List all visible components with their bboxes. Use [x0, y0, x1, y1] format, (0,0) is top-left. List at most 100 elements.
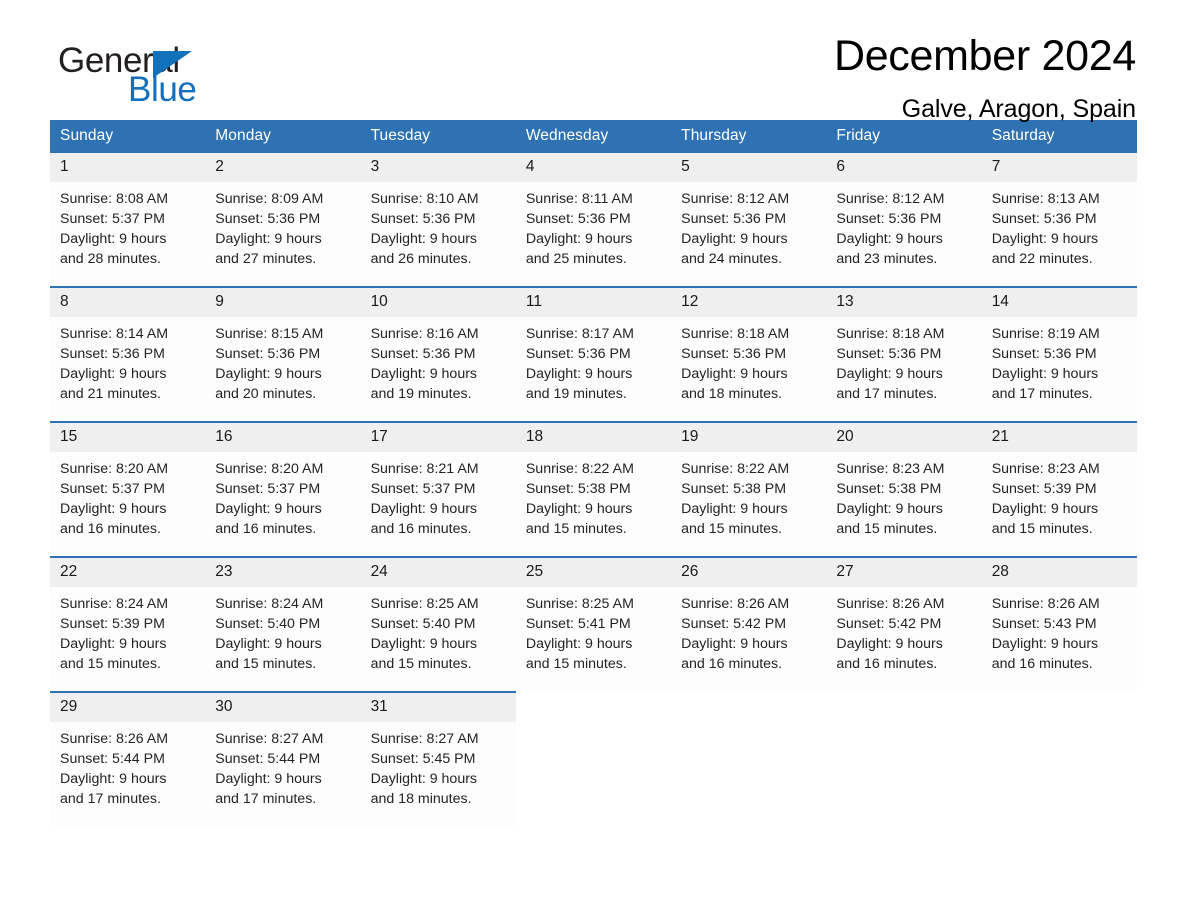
daylight-duration-line1: Daylight: 9 hours [681, 636, 788, 652]
day-number: 28 [981, 558, 1137, 587]
calendar-day-cell[interactable]: 19 Sunrise: 8:22 AM Sunset: 5:38 PM Dayligh… [671, 421, 827, 557]
calendar-day-cell[interactable]: 23 Sunrise: 8:24 AM Sunset: 5:40 PM Dayligh… [205, 556, 361, 692]
daylight-duration-line2: and 23 minutes. [836, 251, 938, 267]
calendar-day-cell[interactable]: 27 Sunrise: 8:26 AM Sunset: 5:42 PM Dayligh… [826, 556, 982, 692]
sunrise-time: Sunrise: 8:26 AM [681, 596, 790, 612]
sunset-time: Sunset: 5:39 PM [991, 481, 1097, 497]
calendar-day-cell[interactable]: 24 Sunrise: 8:25 AM Sunset: 5:40 PM Dayligh… [360, 556, 516, 692]
day-cell-inner: 18 Sunrise: 8:22 AM Sunset: 5:38 PM Dayligh… [515, 423, 672, 556]
day-number: 12 [671, 288, 827, 317]
calendar-day-cell[interactable]: 28 Sunrise: 8:26 AM Sunset: 5:43 PM Dayligh… [981, 556, 1137, 692]
weekday-header-wednesday: Wednesday [515, 120, 672, 153]
day-details: Sunrise: 8:14 AM Sunset: 5:36 PM Daylight:… [50, 317, 205, 404]
calendar-day-cell[interactable]: 20 Sunrise: 8:23 AM Sunset: 5:38 PM Dayligh… [826, 421, 982, 557]
calendar-week-row: 8 Sunrise: 8:14 AM Sunset: 5:36 PM Daylight… [50, 286, 1137, 422]
calendar-day-cell[interactable]: 17 Sunrise: 8:21 AM Sunset: 5:37 PM Dayligh… [360, 421, 516, 557]
calendar-day-cell[interactable]: 8 Sunrise: 8:14 AM Sunset: 5:36 PM Daylight… [50, 286, 206, 422]
page-subtitle: Galve, Aragon, Spain [901, 95, 1136, 123]
day-cell-inner: 1 Sunrise: 8:08 AM Sunset: 5:37 PM Daylight… [50, 153, 206, 286]
day-number: 14 [981, 288, 1137, 317]
calendar-empty-cell [671, 692, 827, 826]
day-number: 6 [826, 153, 982, 182]
weekday-header-saturday: Saturday [981, 120, 1137, 153]
day-details: Sunrise: 8:23 AM Sunset: 5:39 PM Daylight:… [982, 452, 1137, 539]
day-cell-inner: 29 Sunrise: 8:26 AM Sunset: 5:44 PM Dayligh… [50, 693, 206, 826]
sunrise-time: Sunrise: 8:22 AM [681, 461, 790, 477]
daylight-duration-line2: and 25 minutes. [525, 251, 627, 267]
sunrise-time: Sunrise: 8:27 AM [370, 731, 479, 747]
day-details: Sunrise: 8:18 AM Sunset: 5:36 PM Daylight:… [826, 317, 981, 404]
day-number: 11 [515, 288, 672, 317]
day-details: Sunrise: 8:09 AM Sunset: 5:36 PM Daylight:… [205, 182, 360, 269]
calendar-day-cell[interactable]: 30 Sunrise: 8:27 AM Sunset: 5:44 PM Dayligh… [205, 691, 361, 826]
calendar-day-cell[interactable]: 26 Sunrise: 8:26 AM Sunset: 5:42 PM Dayligh… [671, 556, 827, 692]
day-cell-inner: 27 Sunrise: 8:26 AM Sunset: 5:42 PM Dayligh… [826, 558, 982, 691]
calendar-day-cell[interactable]: 7 Sunrise: 8:13 AM Sunset: 5:36 PM Daylight… [981, 153, 1137, 287]
daylight-duration-line2: and 17 minutes. [991, 386, 1093, 402]
calendar-day-cell[interactable]: 12 Sunrise: 8:18 AM Sunset: 5:36 PM Dayligh… [671, 286, 827, 422]
day-cell-inner [515, 692, 672, 825]
calendar-day-cell[interactable]: 31 Sunrise: 8:27 AM Sunset: 5:45 PM Dayligh… [360, 691, 516, 826]
sunset-time: Sunset: 5:40 PM [215, 616, 321, 632]
calendar-day-cell[interactable]: 3 Sunrise: 8:10 AM Sunset: 5:36 PM Daylight… [360, 153, 516, 287]
day-cell-inner: 28 Sunrise: 8:26 AM Sunset: 5:43 PM Dayligh… [981, 558, 1137, 691]
day-number: 29 [50, 693, 206, 722]
calendar-day-cell[interactable]: 16 Sunrise: 8:20 AM Sunset: 5:37 PM Dayligh… [205, 421, 361, 557]
calendar-day-cell[interactable]: 25 Sunrise: 8:25 AM Sunset: 5:41 PM Dayligh… [515, 556, 672, 692]
calendar-day-cell[interactable]: 1 Sunrise: 8:08 AM Sunset: 5:37 PM Daylight… [50, 153, 206, 287]
calendar-day-cell[interactable]: 6 Sunrise: 8:12 AM Sunset: 5:36 PM Daylight… [826, 153, 982, 287]
sunset-time: Sunset: 5:42 PM [681, 616, 787, 632]
calendar-empty-cell [981, 692, 1137, 826]
calendar-day-cell[interactable]: 29 Sunrise: 8:26 AM Sunset: 5:44 PM Dayligh… [50, 691, 206, 826]
calendar-day-cell[interactable]: 22 Sunrise: 8:24 AM Sunset: 5:39 PM Dayligh… [50, 556, 206, 692]
day-cell-inner: 16 Sunrise: 8:20 AM Sunset: 5:37 PM Dayligh… [205, 423, 361, 556]
daylight-duration-line1: Daylight: 9 hours [60, 501, 167, 517]
general-blue-logo[interactable]: General Blue [50, 42, 280, 114]
calendar-day-cell[interactable]: 10 Sunrise: 8:16 AM Sunset: 5:36 PM Dayligh… [360, 286, 516, 422]
daylight-duration-line1: Daylight: 9 hours [215, 636, 322, 652]
daylight-duration-line2: and 16 minutes. [991, 656, 1093, 672]
daylight-duration-line2: and 28 minutes. [60, 251, 161, 267]
calendar-day-cell[interactable]: 18 Sunrise: 8:22 AM Sunset: 5:38 PM Dayligh… [515, 421, 672, 557]
day-number: 26 [671, 558, 827, 587]
sunset-time: Sunset: 5:36 PM [681, 346, 787, 362]
daylight-duration-line2: and 19 minutes. [370, 386, 472, 402]
day-number: 22 [50, 558, 206, 587]
calendar-day-cell[interactable]: 4 Sunrise: 8:11 AM Sunset: 5:36 PM Daylight… [515, 153, 672, 287]
day-details: Sunrise: 8:08 AM Sunset: 5:37 PM Daylight:… [50, 182, 205, 269]
day-number: 17 [360, 423, 516, 452]
calendar-day-cell[interactable]: 14 Sunrise: 8:19 AM Sunset: 5:36 PM Dayligh… [981, 286, 1137, 422]
daylight-duration-line2: and 15 minutes. [681, 521, 783, 537]
calendar-header-row: Sunday Monday Tuesday Wednesday Thursday… [50, 120, 1137, 153]
calendar-day-cell[interactable]: 21 Sunrise: 8:23 AM Sunset: 5:39 PM Dayligh… [981, 421, 1137, 557]
sunrise-time: Sunrise: 8:13 AM [991, 191, 1100, 207]
sunrise-time: Sunrise: 8:26 AM [991, 596, 1100, 612]
sunset-time: Sunset: 5:36 PM [836, 211, 942, 227]
calendar-week-row: 29 Sunrise: 8:26 AM Sunset: 5:44 PM Dayligh… [50, 691, 1137, 826]
day-details: Sunrise: 8:23 AM Sunset: 5:38 PM Daylight:… [826, 452, 981, 539]
calendar-day-cell[interactable]: 9 Sunrise: 8:15 AM Sunset: 5:36 PM Daylight… [205, 286, 361, 422]
calendar-week-row: 1 Sunrise: 8:08 AM Sunset: 5:37 PM Daylight… [50, 153, 1137, 287]
day-cell-inner: 3 Sunrise: 8:10 AM Sunset: 5:36 PM Daylight… [360, 153, 516, 286]
calendar-day-cell[interactable]: 15 Sunrise: 8:20 AM Sunset: 5:37 PM Dayligh… [50, 421, 206, 557]
daylight-duration-line1: Daylight: 9 hours [681, 501, 788, 517]
daylight-duration-line2: and 15 minutes. [991, 521, 1093, 537]
sunrise-time: Sunrise: 8:15 AM [215, 326, 324, 342]
day-cell-inner: 21 Sunrise: 8:23 AM Sunset: 5:39 PM Dayligh… [981, 423, 1137, 556]
day-cell-inner: 10 Sunrise: 8:16 AM Sunset: 5:36 PM Dayligh… [360, 288, 516, 421]
daylight-duration-line1: Daylight: 9 hours [60, 771, 167, 787]
daylight-duration-line2: and 19 minutes. [525, 386, 627, 402]
calendar-day-cell[interactable]: 2 Sunrise: 8:09 AM Sunset: 5:36 PM Daylight… [205, 153, 361, 287]
day-number: 18 [515, 423, 672, 452]
calendar-day-cell[interactable]: 5 Sunrise: 8:12 AM Sunset: 5:36 PM Daylight… [671, 153, 827, 287]
day-number: 13 [826, 288, 982, 317]
day-details: Sunrise: 8:19 AM Sunset: 5:36 PM Daylight:… [982, 317, 1137, 404]
day-number: 31 [360, 693, 516, 722]
calendar-day-cell[interactable]: 13 Sunrise: 8:18 AM Sunset: 5:36 PM Dayligh… [826, 286, 982, 422]
daylight-duration-line1: Daylight: 9 hours [60, 366, 167, 382]
daylight-duration-line2: and 18 minutes. [370, 791, 472, 807]
calendar-day-cell[interactable]: 11 Sunrise: 8:17 AM Sunset: 5:36 PM Dayligh… [515, 286, 672, 422]
day-number [982, 692, 1137, 721]
day-cell-inner: 20 Sunrise: 8:23 AM Sunset: 5:38 PM Dayligh… [826, 423, 982, 556]
sunset-time: Sunset: 5:38 PM [836, 481, 942, 497]
